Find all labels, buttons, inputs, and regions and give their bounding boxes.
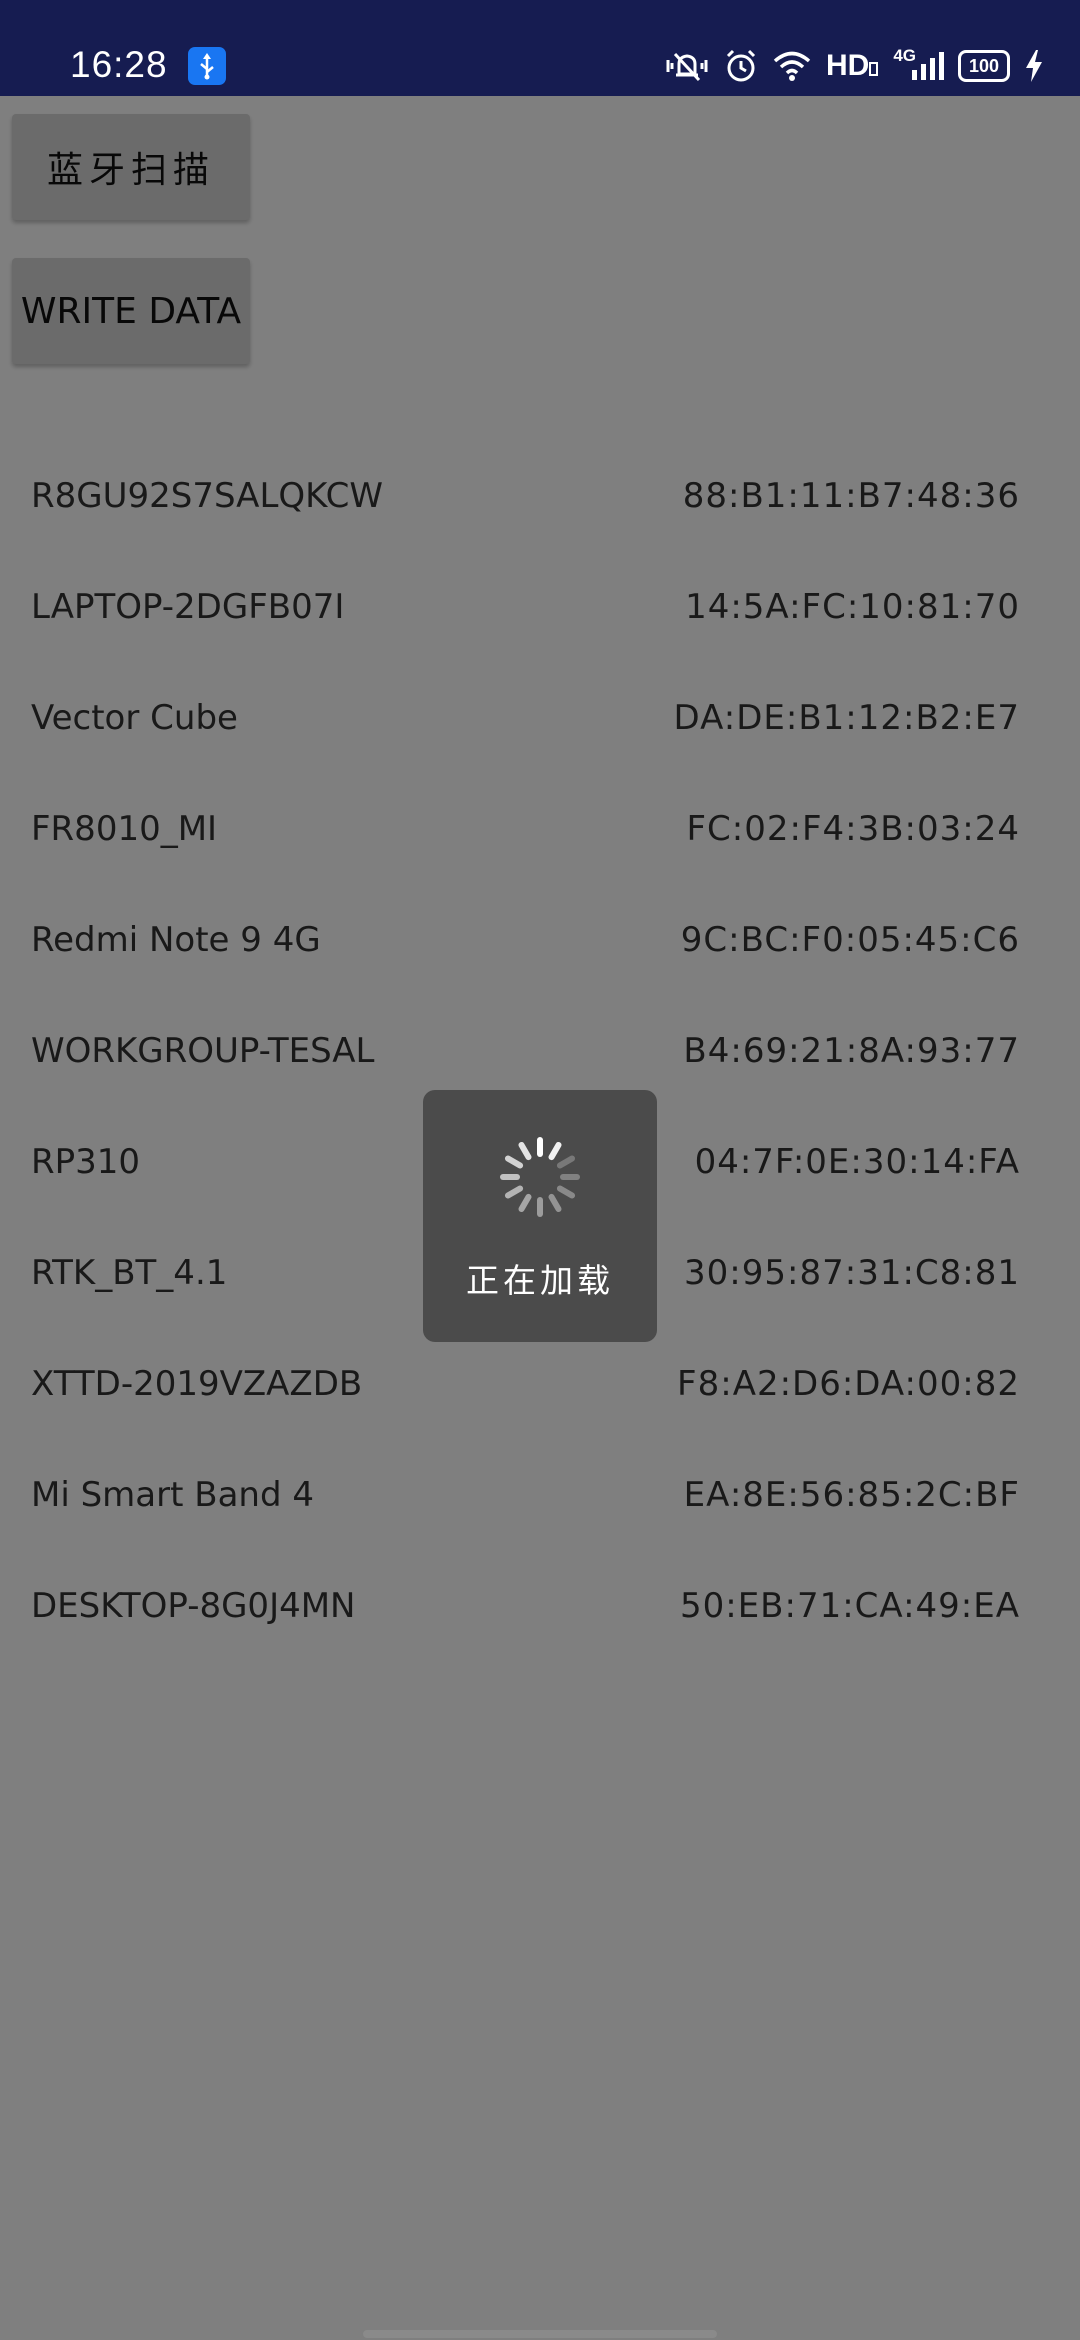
network-type-label: 4G [893, 46, 916, 65]
status-time: 16:28 [70, 44, 168, 85]
status-bar: 16:28 HD 4G 100 [0, 0, 1080, 96]
battery-level: 100 [968, 55, 1000, 76]
hd-icon: HD [826, 49, 879, 83]
mute-vibrate-icon [664, 48, 710, 84]
cellular-signal-icon: 4G [893, 46, 944, 82]
usb-debug-icon [188, 47, 226, 85]
status-icons: HD 4G 100 [664, 44, 1044, 88]
charging-icon [1024, 49, 1044, 83]
loading-spinner-icon [495, 1132, 585, 1222]
battery-icon: 100 [958, 50, 1010, 82]
loading-text: 正在加载 [466, 1261, 614, 1300]
wifi-icon [772, 49, 812, 83]
loading-dialog: 正在加载 [423, 1090, 657, 1342]
gesture-navigation-bar[interactable] [363, 2330, 717, 2338]
alarm-icon [724, 48, 758, 84]
hd-label: HD [825, 49, 870, 82]
